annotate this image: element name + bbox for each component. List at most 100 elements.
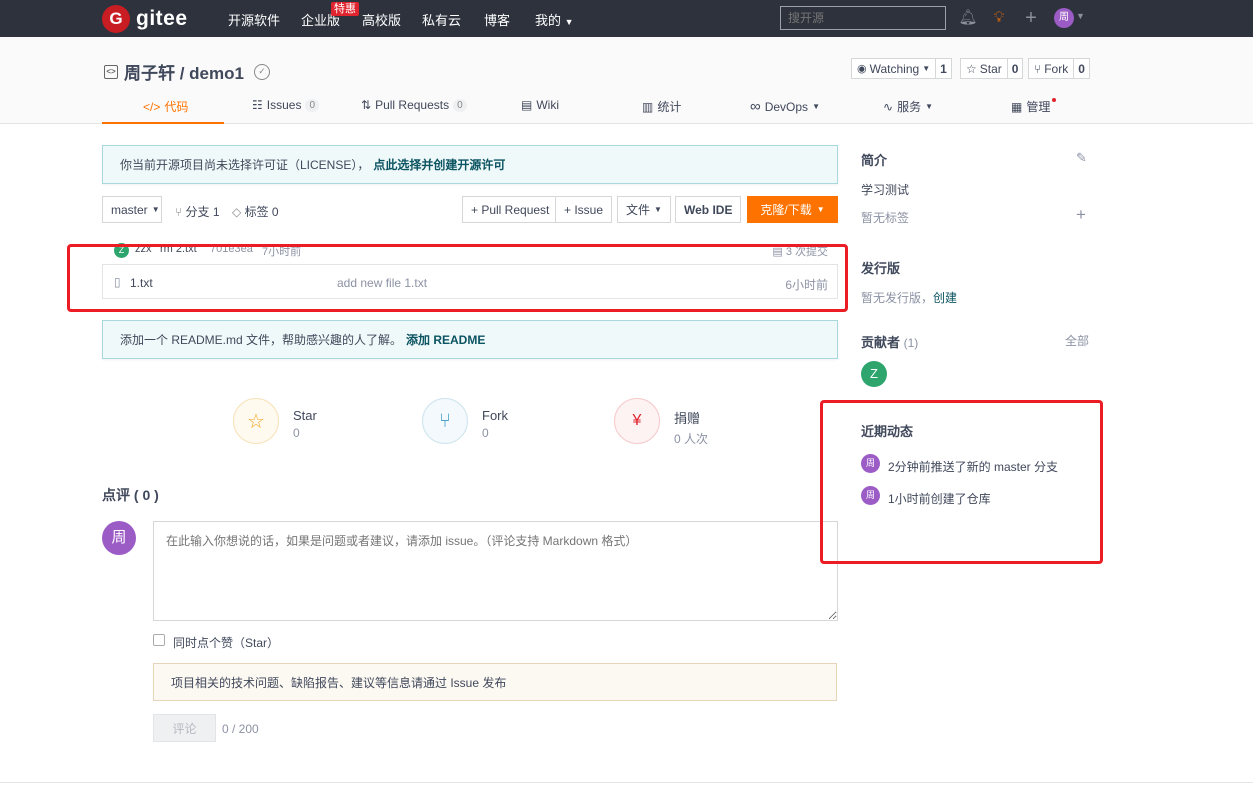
intro-text: 学习测试	[861, 183, 910, 197]
release-title: 发行版	[861, 261, 901, 276]
logo-text: gitee	[136, 7, 188, 30]
tab-manage-label: 管理	[1026, 100, 1051, 114]
star-stat-title: Star	[293, 408, 317, 423]
plus-icon[interactable]: +	[1021, 8, 1041, 28]
branches-link[interactable]: ⑂ 分支 1	[175, 203, 220, 220]
contributor-avatar[interactable]: Z	[861, 361, 887, 387]
highlight-box	[67, 244, 848, 312]
readme-notice-text: 添加一个 README.md 文件，帮助感兴趣的人了解。	[120, 333, 403, 347]
fork-icon: ⑂	[422, 398, 468, 444]
license-create-link[interactable]: 点此选择并创建开源许可	[373, 156, 505, 173]
fork-icon: ⑂	[1034, 61, 1042, 76]
readme-notice: 添加一个 README.md 文件，帮助感兴趣的人了解。 添加 README	[102, 320, 838, 359]
tab-pull-requests-label: Pull Requests	[375, 98, 450, 112]
tab-issues-label: Issues	[266, 98, 302, 112]
add-readme-link[interactable]: 添加 README	[406, 331, 485, 348]
hot-badge: 特惠	[331, 2, 359, 16]
file-menu-button[interactable]: 文件 ▼	[617, 196, 671, 223]
watch-button[interactable]: ◉ Watching ▼ 1	[851, 58, 952, 79]
gvp-badge-icon[interactable]: ✓	[253, 63, 270, 80]
nav-education[interactable]: 高校版	[362, 10, 401, 29]
clone-download-button[interactable]: 克隆/下载 ▼	[747, 196, 838, 223]
license-notice: 你当前开源项目尚未选择许可证（LICENSE）， 点此选择并创建开源许可	[102, 145, 838, 184]
star-button[interactable]: ☆ Star 0	[960, 58, 1024, 79]
issues-icon: ☷	[252, 98, 263, 112]
tab-wiki[interactable]: ▤ Wiki	[521, 98, 559, 112]
branch-icon: ⑂	[175, 205, 183, 219]
infinity-icon: ∞	[750, 98, 761, 115]
gitee-logo[interactable]: G gitee	[102, 5, 188, 33]
tab-issues[interactable]: ☷ Issues 0	[252, 98, 320, 112]
nav-blog[interactable]: 博客	[484, 10, 510, 29]
no-release-text: 暂无发行版，创建	[861, 289, 957, 306]
chevron-down-icon: ▼	[654, 205, 662, 214]
tab-devops[interactable]: ∞ DevOps ▼	[750, 98, 820, 115]
fork-stat-title: Fork	[482, 408, 508, 423]
tab-code[interactable]: </> 代码	[143, 98, 188, 115]
nav-open-source[interactable]: 开源软件	[228, 10, 280, 29]
tab-pull-requests[interactable]: ⇅ Pull Requests 0	[361, 98, 467, 112]
fork-label: Fork	[1044, 61, 1069, 76]
star-stat-value: 0	[293, 426, 300, 440]
add-tag-icon[interactable]: +	[1076, 205, 1086, 225]
comment-textarea[interactable]	[153, 521, 838, 621]
pull-request-button[interactable]: + Pull Request	[462, 196, 559, 223]
bell-icon[interactable]: 🔔︎	[958, 8, 978, 28]
branch-select-label: master	[111, 202, 148, 217]
contributors-label: 贡献者	[861, 335, 901, 350]
tags-link[interactable]: ◇ 标签 0	[232, 203, 279, 220]
watching-label: Watching	[869, 61, 920, 76]
activity-item[interactable]: 2分钟前推送了新的 master 分支	[888, 458, 1058, 475]
tab-devops-label: DevOps	[764, 99, 809, 114]
nav-mine-label: 我的	[535, 13, 562, 28]
eye-icon: ◉	[857, 63, 867, 75]
nav-private-cloud[interactable]: 私有云	[422, 10, 461, 29]
edit-icon[interactable]: ✎	[1076, 150, 1087, 166]
activity-item[interactable]: 1小时前创建了仓库	[888, 490, 991, 507]
activity-avatar: 周	[861, 454, 880, 473]
chart-icon: ▥	[642, 99, 654, 114]
tags-label: 标签 0	[244, 205, 279, 219]
donate-icon: ¥	[614, 398, 660, 444]
pr-count-badge: 0	[453, 98, 467, 112]
star-checkbox-label[interactable]: 同时点个赞（Star）	[173, 634, 279, 651]
lightbulb-icon[interactable]: 💡︎	[989, 8, 1009, 28]
repo-name[interactable]: 周子轩 / demo1	[124, 59, 244, 84]
nav-mine[interactable]: 我的 ▼	[535, 10, 574, 29]
fork-stat[interactable]: ⑂ Fork 0	[422, 398, 508, 444]
comment-avatar: 周	[102, 521, 136, 555]
code-icon: </>	[143, 99, 161, 114]
user-avatar[interactable]: 周	[1054, 8, 1074, 28]
new-issue-button[interactable]: + Issue	[555, 196, 613, 223]
issue-warning: 项目相关的技术问题、缺陷报告、建议等信息请通过 Issue 发布	[153, 663, 837, 701]
search-input[interactable]	[780, 6, 946, 30]
license-notice-text: 你当前开源项目尚未选择许可证（LICENSE），	[120, 158, 370, 172]
chevron-down-icon: ▼	[812, 102, 820, 111]
repo-title: <> 周子轩 / demo1 ✓	[104, 59, 270, 84]
tab-services[interactable]: ∿ 服务 ▼	[883, 98, 933, 115]
contributors-count: (1)	[903, 336, 919, 350]
fork-button[interactable]: ⑂ Fork 0	[1028, 58, 1090, 79]
star-icon: ☆	[966, 61, 977, 76]
star-icon: ☆	[233, 398, 279, 444]
activity-title: 近期动态	[861, 424, 914, 439]
code-repo-icon: <>	[104, 64, 118, 79]
clone-label: 克隆/下载	[760, 203, 812, 217]
star-stat[interactable]: ☆ Star 0	[233, 398, 317, 444]
chevron-down-icon: ▼	[922, 64, 931, 73]
submit-comment-button[interactable]: 评论	[153, 714, 216, 742]
all-contributors-link[interactable]: 全部	[1065, 332, 1089, 349]
chevron-down-icon[interactable]: ▼	[1076, 11, 1085, 21]
chevron-down-icon: ▼	[151, 205, 160, 214]
file-menu-label: 文件	[626, 203, 651, 217]
star-checkbox[interactable]	[153, 634, 165, 646]
tab-stats[interactable]: ▥ 统计	[642, 98, 681, 115]
tab-stats-label: 统计	[657, 100, 682, 114]
tab-manage[interactable]: ▦ 管理	[1011, 98, 1050, 115]
donate-stat[interactable]: ¥ 捐赠 0 人次	[614, 398, 708, 447]
footer-divider	[0, 782, 1253, 783]
star-count: 0	[1006, 59, 1023, 78]
create-release-link[interactable]: 创建	[933, 291, 957, 305]
web-ide-button[interactable]: Web IDE	[675, 196, 742, 223]
branch-select[interactable]: master ▼	[102, 196, 162, 223]
